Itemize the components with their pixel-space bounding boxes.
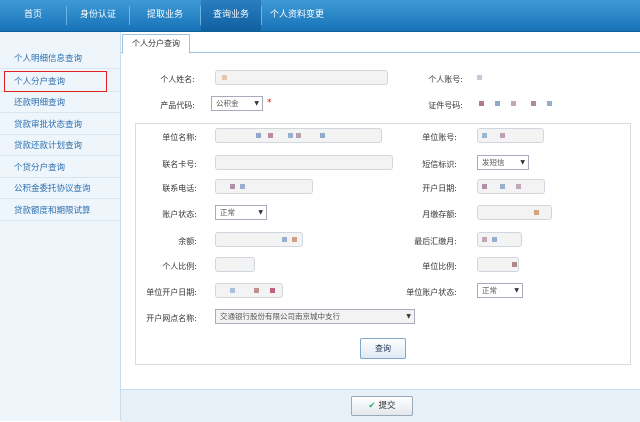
nav-query[interactable]: 查询业务 <box>201 0 261 31</box>
product-label: 产品代码: <box>160 101 195 110</box>
blurred-value <box>268 133 273 138</box>
product-value: 公积金 <box>216 99 239 108</box>
unit-name-field <box>215 128 382 143</box>
blurred-value <box>477 75 482 80</box>
blurred-value <box>479 101 484 106</box>
blurred-value <box>292 237 297 242</box>
footer-bar: ✔ 提交 <box>121 389 640 422</box>
idcard-field <box>474 96 564 111</box>
blurred-value <box>222 75 227 80</box>
balance-field <box>215 232 303 247</box>
link-card-label: 联名卡号: <box>162 160 197 169</box>
open-date-field <box>477 179 545 194</box>
monthly-label: 月缴存额: <box>422 210 457 219</box>
blurred-value <box>492 237 497 242</box>
balance-label: 余额: <box>178 237 197 246</box>
last-month-field <box>477 232 522 247</box>
main-content: 个人分户查询 个人姓名: 个人账号: 产品代码: 公积金 ▼ * 证件号码: 单… <box>121 32 640 422</box>
acct-status-select[interactable]: 正常 ▼ <box>215 205 267 220</box>
top-nav: 首页 身份认证 提取业务 查询业务 个人资料变更 <box>0 0 640 32</box>
nav-withdraw[interactable]: 提取业务 <box>130 0 200 31</box>
blurred-value <box>230 184 235 189</box>
highlight-box <box>4 71 107 92</box>
blurred-value <box>534 210 539 215</box>
blurred-value <box>495 101 500 106</box>
unit-status-select[interactable]: 正常 ▼ <box>477 283 523 298</box>
phone-field <box>215 179 313 194</box>
blurred-value <box>230 288 235 293</box>
personal-ratio-field <box>215 257 255 272</box>
idcard-label: 证件号码: <box>428 101 463 110</box>
name-label: 个人姓名: <box>160 75 195 84</box>
acct-status-label: 账户状态: <box>162 210 197 219</box>
unit-open-date-field <box>215 283 283 298</box>
nav-identity[interactable]: 身份认证 <box>67 0 129 31</box>
sidebar-item-detail-query[interactable]: 个人明细信息查询 <box>0 49 120 69</box>
blurred-value <box>516 184 521 189</box>
branch-value: 交通银行股份有限公司南京城中支行 <box>220 312 340 321</box>
query-button[interactable]: 查询 <box>360 338 406 359</box>
link-card-field <box>215 155 393 170</box>
sidebar-item-loan-account[interactable]: 个贷分户查询 <box>0 158 120 178</box>
phone-label: 联系电话: <box>162 184 197 193</box>
monthly-field <box>477 205 552 220</box>
blurred-value <box>547 101 552 106</box>
dropdown-arrow-icon: ▼ <box>514 287 519 294</box>
dropdown-arrow-icon: ▼ <box>406 313 411 320</box>
nav-profile-change[interactable]: 个人资料变更 <box>262 0 332 31</box>
product-select[interactable]: 公积金 ▼ <box>211 96 263 111</box>
submit-label: 提交 <box>378 401 396 411</box>
dropdown-arrow-icon: ▼ <box>258 209 263 216</box>
nav-home[interactable]: 首页 <box>0 0 66 31</box>
acct-status-value: 正常 <box>220 208 235 217</box>
unit-open-date-label: 单位开户日期: <box>146 288 197 297</box>
sidebar-item-repayment-detail[interactable]: 还款明细查询 <box>0 93 120 113</box>
blurred-value <box>531 101 536 106</box>
unit-name-label: 单位名称: <box>162 133 197 142</box>
blurred-value <box>240 184 245 189</box>
sidebar-item-loan-trial[interactable]: 贷款额度和期限试算 <box>0 201 120 221</box>
name-field <box>215 70 388 85</box>
last-month-label: 最后汇缴月: <box>414 237 457 246</box>
blurred-value <box>270 288 275 293</box>
sidebar-item-repayment-plan[interactable]: 贷款还款计划查询 <box>0 136 120 156</box>
unit-ratio-field <box>477 257 519 272</box>
sms-label: 短信标识: <box>422 160 457 169</box>
blurred-value <box>282 237 287 242</box>
blurred-value <box>256 133 261 138</box>
required-mark: * <box>267 98 272 108</box>
branch-select[interactable]: 交通银行股份有限公司南京城中支行 ▼ <box>215 309 415 324</box>
blurred-value <box>500 133 505 138</box>
blurred-value <box>482 184 487 189</box>
blurred-value <box>482 237 487 242</box>
account-label: 个人账号: <box>428 75 463 84</box>
unit-account-label: 单位账号: <box>422 133 457 142</box>
tab-account-query[interactable]: 个人分户查询 <box>122 34 190 54</box>
blurred-value <box>482 133 487 138</box>
branch-label: 开户网点名称: <box>146 314 197 323</box>
blurred-value <box>511 101 516 106</box>
dropdown-arrow-icon: ▼ <box>520 159 525 166</box>
unit-account-field <box>477 128 544 143</box>
dropdown-arrow-icon: ▼ <box>254 100 259 107</box>
blurred-value <box>254 288 259 293</box>
sidebar-item-loan-approval[interactable]: 贷款审批状态查询 <box>0 115 120 135</box>
unit-status-value: 正常 <box>482 286 497 295</box>
blurred-value <box>288 133 293 138</box>
personal-ratio-label: 个人比例: <box>162 262 197 271</box>
unit-ratio-label: 单位比例: <box>422 262 457 271</box>
unit-status-label: 单位账户状态: <box>406 288 457 297</box>
blurred-value <box>296 133 301 138</box>
sidebar-item-entrust-agreement[interactable]: 公积金委托协议查询 <box>0 179 120 199</box>
submit-button[interactable]: ✔ 提交 <box>351 396 413 416</box>
blurred-value <box>320 133 325 138</box>
blurred-value <box>500 184 505 189</box>
blurred-value <box>512 262 517 267</box>
tab-bar: 个人分户查询 <box>121 32 640 54</box>
account-field <box>474 70 564 85</box>
sms-value: 发短信 <box>482 158 505 167</box>
open-date-label: 开户日期: <box>422 184 457 193</box>
sms-select[interactable]: 发短信 ▼ <box>477 155 529 170</box>
check-icon: ✔ <box>368 401 376 411</box>
